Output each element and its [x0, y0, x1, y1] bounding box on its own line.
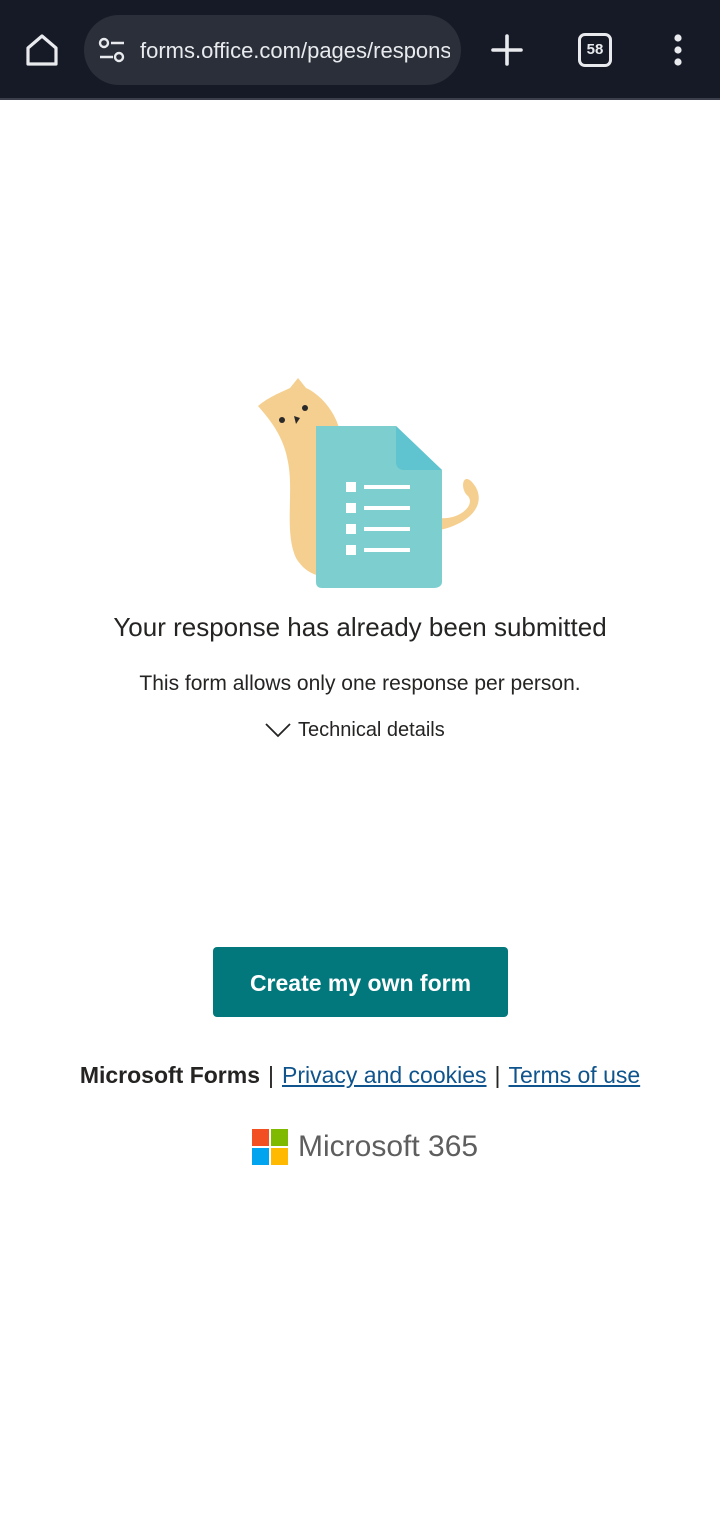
tab-count: 58 — [586, 41, 604, 58]
terms-link[interactable]: Terms of use — [509, 1062, 641, 1088]
cat-document-illustration — [250, 372, 490, 594]
browser-toolbar: forms.office.com/pages/responsepage.aspx… — [0, 0, 720, 100]
footer-links: Microsoft Forms | Privacy and cookies | Term… — [0, 1062, 720, 1089]
footer-separator: | — [494, 1062, 501, 1088]
privacy-link[interactable]: Privacy and cookies — [282, 1062, 487, 1088]
page-title: Your response has already been submitted — [113, 612, 607, 642]
technical-details-label: Technical details — [298, 718, 445, 741]
address-bar[interactable]: forms.office.com/pages/responsepage.aspx — [84, 15, 461, 85]
chevron-down-icon — [264, 721, 292, 739]
technical-details-toggle[interactable]: Technical details — [264, 716, 445, 744]
url-text[interactable]: forms.office.com/pages/responsepage.aspx — [140, 36, 450, 66]
footer-separator: | — [268, 1062, 274, 1088]
home-icon[interactable] — [22, 30, 62, 70]
microsoft-365-text: Microsoft 365 — [298, 1130, 479, 1163]
footer-brand: Microsoft Forms — [79, 1062, 260, 1088]
tune-icon[interactable] — [98, 36, 126, 64]
more-vert-icon[interactable] — [666, 30, 690, 70]
page-subtitle: This form allows only one response per p… — [139, 672, 581, 695]
microsoft-365-logo: Microsoft 365 — [252, 1128, 478, 1166]
create-form-button[interactable]: Create my own form — [213, 947, 508, 1017]
microsoft-logo-icon — [252, 1129, 288, 1165]
plus-icon[interactable] — [488, 30, 526, 70]
tab-switcher-button[interactable]: 58 — [578, 33, 612, 67]
